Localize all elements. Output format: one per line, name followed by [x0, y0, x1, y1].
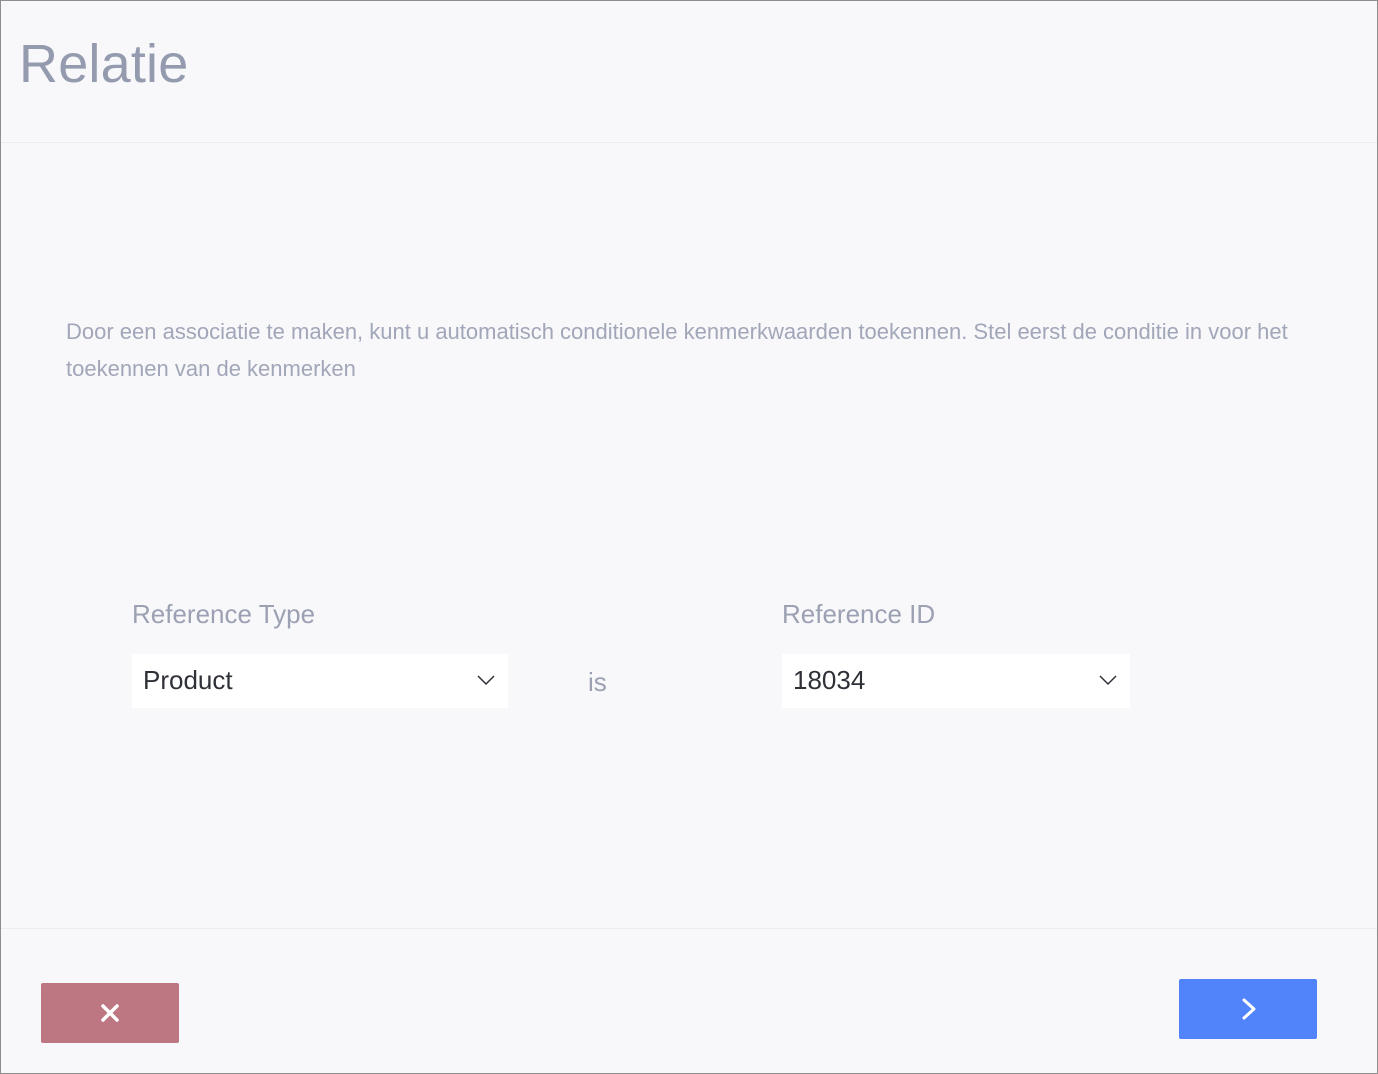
reference-type-label: Reference Type [132, 599, 316, 629]
chevron-right-icon [1242, 998, 1256, 1020]
reference-type-value: Product [143, 665, 233, 695]
reference-id-label: Reference ID [782, 599, 936, 629]
reference-type-select[interactable]: Product [132, 654, 508, 708]
reference-id-value: 18034 [793, 665, 866, 695]
chevron-down-icon [477, 675, 495, 686]
reference-id-select[interactable]: 18034 [782, 654, 1130, 708]
page-title: Relatie [19, 34, 189, 94]
close-icon [101, 1004, 119, 1022]
relation-modal: Relatie Door een associatie te maken, ku… [0, 0, 1378, 1074]
cancel-button[interactable] [41, 983, 179, 1043]
footer-divider [1, 928, 1377, 929]
condition-operator: is [588, 667, 607, 697]
modal-header: Relatie [1, 1, 1377, 143]
modal-description: Door een associatie te maken, kunt u aut… [66, 319, 1288, 381]
next-button[interactable] [1179, 979, 1317, 1039]
chevron-down-icon [1099, 675, 1117, 686]
